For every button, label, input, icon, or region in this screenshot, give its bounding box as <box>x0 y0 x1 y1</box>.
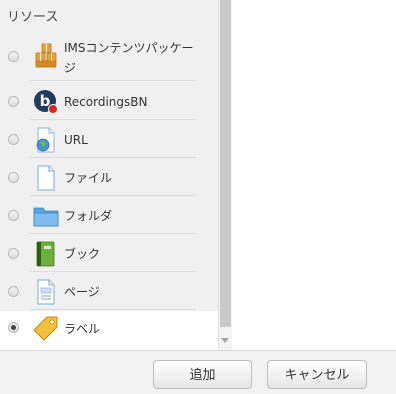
list-item-book[interactable]: ブック <box>0 234 218 272</box>
radio-url[interactable] <box>8 134 19 145</box>
list-item-label: フォルダ <box>64 209 113 223</box>
section-title-resources: リソース <box>7 10 59 25</box>
recordingsbn-icon: b <box>33 89 59 115</box>
file-icon <box>33 165 59 191</box>
list-item-label: ブック <box>64 247 101 261</box>
cancel-button[interactable]: キャンセル <box>267 360 367 389</box>
dialog-footer: 追加 キャンセル <box>0 350 396 394</box>
list-item-label-line1: IMSコンテンツパッケー <box>64 41 194 55</box>
vertical-scrollbar[interactable] <box>218 0 232 350</box>
radio-page[interactable] <box>8 286 19 297</box>
scroll-down-arrow-icon[interactable] <box>221 338 229 343</box>
radio-folder[interactable] <box>8 210 19 221</box>
list-item-page[interactable]: ページ <box>0 272 218 310</box>
radio-book[interactable] <box>8 248 19 259</box>
list-item-ims-package[interactable]: IMSコンテンツパッケー ジ <box>0 33 218 81</box>
radio-label-module[interactable] <box>8 322 19 333</box>
add-button[interactable]: 追加 <box>153 360 252 389</box>
list-item-label-line2: ジ <box>64 61 77 75</box>
list-item-file[interactable]: ファイル <box>0 158 218 196</box>
list-item-label: RecordingsBN <box>64 95 148 109</box>
list-item-label: ラベル <box>64 322 101 336</box>
url-globe-icon <box>33 127 59 153</box>
folder-icon <box>33 203 59 229</box>
list-item-recordingsbn[interactable]: b RecordingsBN <box>0 82 218 120</box>
scrollbar-thumb[interactable] <box>220 0 231 327</box>
module-list-panel: リソース IMSコンテンツパッケー ジ b RecordingsBN URL フ… <box>0 0 218 350</box>
list-item-label: ファイル <box>64 171 113 185</box>
list-item-url[interactable]: URL <box>0 120 218 158</box>
divider <box>30 80 196 81</box>
label-tag-icon <box>33 315 59 341</box>
list-item-folder[interactable]: フォルダ <box>0 196 218 234</box>
list-item-label: URL <box>64 133 88 147</box>
ims-package-icon <box>33 43 59 69</box>
radio-file[interactable] <box>8 172 19 183</box>
divider <box>30 309 196 310</box>
add-activity-dialog: リソース IMSコンテンツパッケー ジ b RecordingsBN URL フ… <box>0 0 396 394</box>
radio-recordingsbn[interactable] <box>8 96 19 107</box>
list-item-label: ページ <box>64 285 100 299</box>
radio-ims-package[interactable] <box>8 51 19 62</box>
list-item-label-module[interactable]: ラベル <box>0 311 218 350</box>
page-icon <box>33 279 59 305</box>
book-icon <box>33 241 59 267</box>
module-description-area <box>232 0 396 350</box>
